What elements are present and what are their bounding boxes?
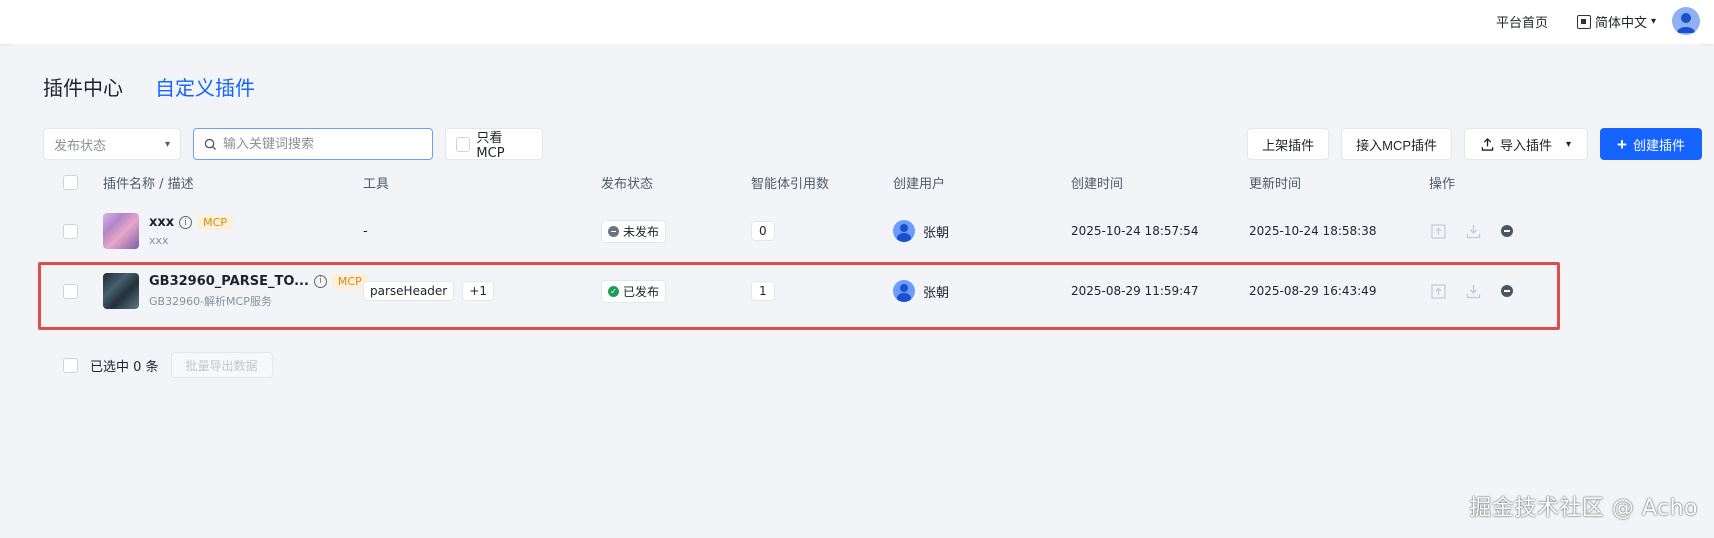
- user-avatar-icon: [893, 280, 915, 302]
- row-actions: [1431, 283, 1513, 299]
- reference-count[interactable]: 0: [751, 221, 775, 241]
- plugin-thumbnail: [103, 213, 139, 249]
- import-plugin-label: 导入插件: [1500, 137, 1553, 153]
- created-time: 2025-08-29 11:59:47: [1071, 284, 1199, 298]
- connect-mcp-label: 接入MCP插件: [1356, 137, 1437, 153]
- column-header-refs: 智能体引用数: [751, 176, 830, 192]
- tool-more-chip[interactable]: +1: [462, 281, 495, 301]
- creator-cell: 张朝: [893, 220, 949, 242]
- watermark: 掘金技术社区 @ Acho: [1469, 496, 1698, 521]
- chevron-down-icon: ▾: [1650, 16, 1656, 27]
- status-label: 未发布: [623, 224, 660, 239]
- creator-name: 张朝: [923, 285, 950, 301]
- status-label: 已发布: [623, 284, 660, 299]
- unpublished-icon: [608, 225, 619, 237]
- table-footer: 已选中 0 条 批量导出数据: [43, 352, 273, 378]
- user-avatar-icon: [893, 220, 915, 242]
- search-icon: [204, 138, 217, 150]
- main-content: 插件中心 自定义插件 发布状态 ▾ 只看 MCP 上架插件 接入MCP插件: [12, 44, 1702, 538]
- status-badge: 未发布: [601, 219, 667, 243]
- creator-cell: 张朝: [893, 280, 949, 302]
- plus-icon: +: [1617, 134, 1627, 154]
- publish-icon[interactable]: [1431, 283, 1446, 299]
- create-plugin-button[interactable]: + 创建插件: [1600, 128, 1702, 160]
- remove-icon[interactable]: [1501, 225, 1513, 237]
- download-icon[interactable]: [1466, 284, 1481, 299]
- row-checkbox[interactable]: [63, 223, 78, 239]
- info-icon[interactable]: i: [179, 216, 193, 229]
- import-plugin-button[interactable]: 导入插件 ▾: [1464, 128, 1589, 160]
- footer-select-all-checkbox[interactable]: [63, 357, 78, 373]
- plugin-cell: GB32960_PARSE_TO... i MCP GB32960-解析MCP服…: [103, 273, 368, 309]
- info-icon[interactable]: i: [313, 274, 327, 288]
- plugin-description: xxx: [149, 234, 169, 247]
- user-icon: [1677, 13, 1695, 33]
- column-header-ops: 操作: [1429, 176, 1456, 192]
- published-check-icon: ✓: [608, 285, 619, 297]
- plugin-table: 插件名称 / 描述 工具 发布状态 智能体引用数 创建用户 创建时间 更新时间 …: [38, 162, 1561, 330]
- connect-mcp-button[interactable]: 接入MCP插件: [1341, 128, 1452, 160]
- language-icon: [1576, 14, 1591, 29]
- table-header: 插件名称 / 描述 工具 发布状态 智能体引用数 创建用户 创建时间 更新时间 …: [43, 162, 1561, 202]
- chevron-down-icon: ▾: [1566, 138, 1572, 150]
- plugin-cell: xxx i MCP xxx: [103, 213, 233, 249]
- language-selector[interactable]: 简体中文 ▾: [1576, 12, 1656, 31]
- selected-count-text: 已选中 0 条: [90, 359, 159, 375]
- remove-icon[interactable]: [1501, 285, 1513, 297]
- column-header-name: 插件名称 / 描述: [103, 176, 194, 192]
- status-filter-select[interactable]: 发布状态 ▾: [43, 128, 181, 160]
- tool-chip[interactable]: parseHeader: [363, 281, 455, 301]
- publish-icon[interactable]: [1431, 223, 1446, 239]
- list-plugin-button[interactable]: 上架插件: [1247, 128, 1330, 160]
- updated-time: 2025-10-24 18:58:38: [1249, 224, 1377, 238]
- reference-count[interactable]: 1: [751, 281, 775, 301]
- status-badge: ✓ 已发布: [601, 279, 667, 303]
- download-icon[interactable]: [1466, 224, 1481, 239]
- chevron-down-icon: ▾: [164, 138, 170, 150]
- tool-value: -: [363, 223, 368, 239]
- column-header-status: 发布状态: [601, 176, 654, 192]
- search-box[interactable]: [193, 128, 433, 160]
- mcp-only-toggle[interactable]: 只看 MCP: [445, 128, 543, 161]
- plugin-thumbnail: [103, 273, 139, 309]
- tool-chips: parseHeader +1: [363, 281, 498, 301]
- language-label: 简体中文: [1594, 16, 1647, 31]
- create-plugin-label: 创建插件: [1632, 137, 1685, 153]
- creator-name: 张朝: [923, 225, 950, 241]
- table-row[interactable]: GB32960_PARSE_TO... i MCP GB32960-解析MCP服…: [38, 262, 1561, 330]
- filter-bar: 发布状态 ▾ 只看 MCP 上架插件 接入MCP插件 导入插件 ▾: [43, 128, 1702, 161]
- mcp-badge: MCP: [197, 215, 233, 230]
- select-all-checkbox[interactable]: [63, 174, 78, 190]
- upload-icon: [1481, 137, 1494, 151]
- page-tabs: 插件中心 自定义插件: [43, 72, 255, 101]
- row-checkbox[interactable]: [63, 283, 78, 299]
- platform-home-link[interactable]: 平台首页: [1496, 12, 1548, 31]
- action-buttons: 上架插件 接入MCP插件 导入插件 ▾ + 创建插件: [1247, 128, 1702, 160]
- updated-time: 2025-08-29 16:43:49: [1249, 284, 1377, 298]
- row-actions: [1431, 223, 1513, 239]
- tab-plugin-center[interactable]: 插件中心: [43, 72, 123, 101]
- list-plugin-label: 上架插件: [1262, 137, 1315, 153]
- column-header-created: 创建时间: [1071, 176, 1124, 192]
- column-header-user: 创建用户: [893, 176, 946, 192]
- status-filter-placeholder: 发布状态: [54, 138, 107, 154]
- column-header-updated: 更新时间: [1249, 176, 1302, 192]
- plugin-description: GB32960-解析MCP服务: [149, 294, 272, 308]
- created-time: 2025-10-24 18:57:54: [1071, 224, 1199, 238]
- plugin-name[interactable]: GB32960_PARSE_TO...: [149, 274, 309, 289]
- user-avatar[interactable]: [1672, 7, 1700, 35]
- mcp-only-checkbox[interactable]: [456, 136, 471, 152]
- column-header-tool: 工具: [363, 176, 390, 192]
- top-bar: 平台首页 简体中文 ▾: [0, 0, 1714, 44]
- tab-custom-plugins[interactable]: 自定义插件: [155, 72, 255, 101]
- table-row[interactable]: xxx i MCP xxx - 未发布 0 张朝 2025-10-24 18:5…: [43, 202, 1561, 260]
- plugin-name[interactable]: xxx: [149, 215, 174, 230]
- mcp-only-label: 只看 MCP: [476, 131, 505, 161]
- search-input[interactable]: [222, 136, 422, 152]
- batch-export-button[interactable]: 批量导出数据: [170, 352, 273, 378]
